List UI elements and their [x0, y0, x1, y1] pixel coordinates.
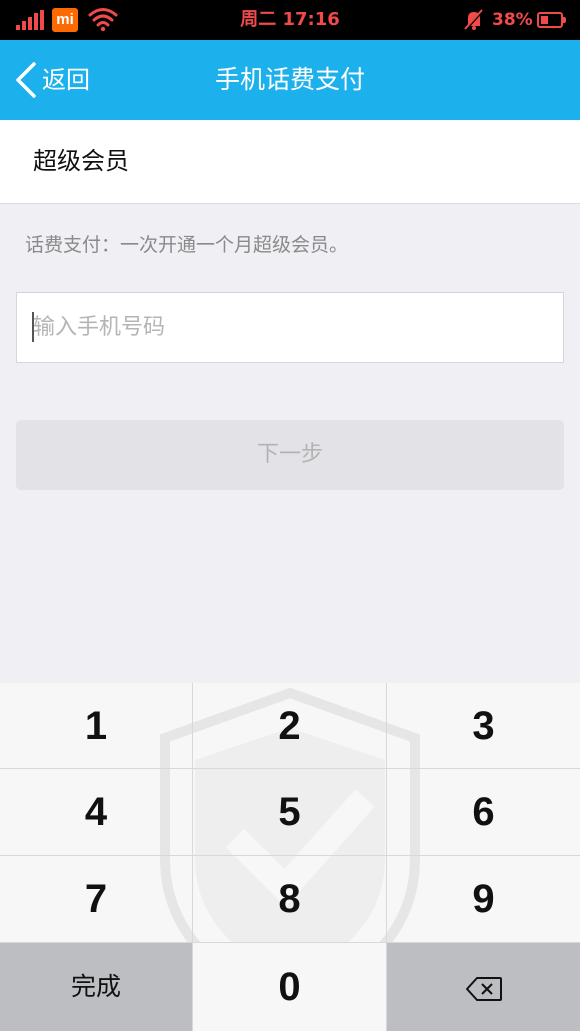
text-caret	[32, 312, 34, 342]
membership-section: 超级会员	[0, 120, 580, 204]
back-label: 返回	[42, 66, 90, 94]
chevron-left-icon	[16, 62, 36, 98]
key-5[interactable]: 5	[193, 769, 387, 856]
battery-icon	[537, 12, 566, 28]
status-bar: mi 周二 17:16 38%	[0, 0, 580, 40]
backspace-icon	[465, 977, 502, 1002]
delete-key[interactable]	[387, 943, 580, 1031]
done-key[interactable]: 完成	[0, 943, 193, 1031]
key-9[interactable]: 9	[387, 856, 580, 943]
back-button[interactable]: 返回	[10, 40, 120, 120]
key-6[interactable]: 6	[387, 769, 580, 856]
key-4[interactable]: 4	[0, 769, 193, 856]
key-8[interactable]: 8	[193, 856, 387, 943]
key-7[interactable]: 7	[0, 856, 193, 943]
mute-icon	[463, 8, 485, 32]
key-1[interactable]: 1	[0, 683, 193, 769]
battery-percent: 38%	[492, 10, 533, 30]
numeric-keypad: 1 2 3 4 5 6 7 8 9 完成 0	[0, 683, 580, 1031]
nav-bar: 手机话费支付 返回	[0, 40, 580, 120]
phone-number-input[interactable]	[16, 292, 564, 363]
key-2[interactable]: 2	[193, 683, 387, 769]
key-3[interactable]: 3	[387, 683, 580, 769]
next-step-button[interactable]: 下一步	[16, 420, 564, 490]
payment-hint: 话费支付：一次开通一个月超级会员。	[25, 234, 349, 256]
key-0[interactable]: 0	[193, 943, 387, 1031]
membership-label: 超级会员	[33, 147, 129, 175]
